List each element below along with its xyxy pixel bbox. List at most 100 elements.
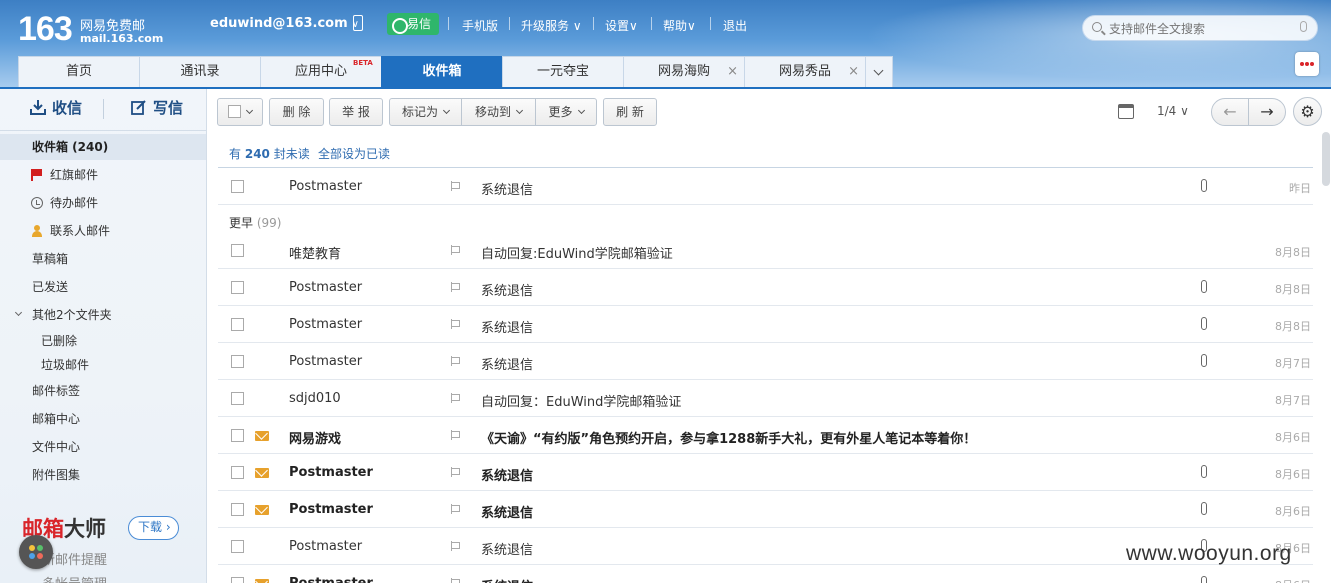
flag-icon[interactable] bbox=[451, 245, 461, 255]
sidebar-item-inbox[interactable]: 收件箱 (240) bbox=[0, 134, 206, 160]
row-checkbox[interactable] bbox=[231, 281, 244, 294]
nav-upgrade-service[interactable]: 升级服务 ∨ bbox=[521, 17, 582, 34]
flag-icon[interactable] bbox=[451, 504, 461, 514]
row-checkbox[interactable] bbox=[231, 244, 244, 257]
search-input[interactable] bbox=[1109, 20, 1289, 38]
mail-subject[interactable]: 系统退信 bbox=[481, 317, 533, 336]
sender-name[interactable]: Postmaster bbox=[289, 576, 373, 583]
report-button[interactable]: 举 报 bbox=[329, 98, 383, 126]
sidebar-item-mail-tags[interactable]: 邮件标签 bbox=[0, 378, 206, 404]
nav-mobile-version[interactable]: 手机版 bbox=[462, 17, 498, 34]
user-account-menu[interactable]: eduwind@163.com ∨ bbox=[210, 16, 359, 31]
flag-icon[interactable] bbox=[451, 282, 461, 292]
mail-subject[interactable]: 自动回复:EduWind学院邮箱验证 bbox=[481, 243, 673, 262]
nav-logout[interactable]: 退出 bbox=[723, 17, 747, 34]
flag-icon[interactable] bbox=[451, 356, 461, 366]
close-icon[interactable]: × bbox=[848, 57, 859, 87]
tabs-more-dropdown[interactable] bbox=[865, 56, 893, 88]
delete-button[interactable]: 删 除 bbox=[269, 98, 324, 126]
sender-name[interactable]: sdjd010 bbox=[289, 391, 341, 406]
flag-icon[interactable] bbox=[451, 467, 461, 477]
receive-mail-button[interactable]: 收信 bbox=[30, 97, 82, 118]
table-row[interactable]: Postmaster 系统退信 8月7日 bbox=[218, 343, 1313, 380]
row-checkbox[interactable] bbox=[231, 503, 244, 516]
tab-yiyuan[interactable]: 一元夺宝 bbox=[502, 56, 624, 88]
table-row[interactable]: Postmaster 系统退信 8月8日 bbox=[218, 306, 1313, 343]
logo-163[interactable]: 163 bbox=[18, 10, 73, 49]
mail-subject[interactable]: 系统退信 bbox=[481, 576, 533, 583]
table-row[interactable]: sdjd010 自动回复：EduWind学院邮箱验证 8月7日 bbox=[218, 380, 1313, 417]
calendar-icon[interactable] bbox=[1118, 104, 1134, 119]
flag-icon[interactable] bbox=[451, 541, 461, 551]
table-row[interactable]: 网易游戏 《天谕》“有约版”角色预约开启，参与拿1288新手大礼，更有外星人笔记本… bbox=[218, 417, 1313, 454]
select-all-dropdown[interactable] bbox=[217, 98, 263, 126]
sidebar-item-mailbox-center[interactable]: 邮箱中心 bbox=[0, 406, 206, 432]
sender-name[interactable]: 网易游戏 bbox=[289, 428, 341, 447]
tab-contacts[interactable]: 通讯录 bbox=[139, 56, 261, 88]
scrollbar[interactable] bbox=[1322, 132, 1330, 186]
more-apps-button[interactable] bbox=[1295, 52, 1319, 76]
prev-page-button[interactable]: ← bbox=[1211, 98, 1249, 126]
tab-netease-haigou[interactable]: 网易海购 × bbox=[623, 56, 745, 88]
compose-button[interactable]: 写信 bbox=[131, 97, 183, 118]
tab-home[interactable]: 首页 bbox=[18, 56, 140, 88]
flag-icon[interactable] bbox=[451, 430, 461, 440]
close-icon[interactable]: × bbox=[727, 57, 738, 87]
sidebar-item-sent[interactable]: 已发送 bbox=[0, 274, 206, 300]
row-checkbox[interactable] bbox=[231, 466, 244, 479]
nav-settings[interactable]: 设置∨ bbox=[605, 17, 638, 34]
mail-subject[interactable]: 自动回复：EduWind学院邮箱验证 bbox=[481, 391, 681, 410]
mail-subject[interactable]: 系统退信 bbox=[481, 280, 533, 299]
sender-name[interactable]: Postmaster bbox=[289, 465, 373, 480]
apps-launcher-button[interactable] bbox=[19, 535, 53, 569]
sidebar-item-drafts[interactable]: 草稿箱 bbox=[0, 246, 206, 272]
sidebar-item-deleted[interactable]: 已删除 bbox=[0, 328, 206, 354]
sidebar-item-file-center[interactable]: 文件中心 bbox=[0, 434, 206, 460]
sender-name[interactable]: Postmaster bbox=[289, 179, 362, 194]
refresh-button[interactable]: 刷 新 bbox=[603, 98, 657, 126]
sender-name[interactable]: Postmaster bbox=[289, 354, 362, 369]
sender-name[interactable]: Postmaster bbox=[289, 539, 362, 554]
sender-name[interactable]: Postmaster bbox=[289, 317, 362, 332]
mark-as-dropdown[interactable]: 标记为 bbox=[389, 98, 462, 126]
sidebar-item-flagged[interactable]: 红旗邮件 bbox=[0, 162, 206, 188]
table-row[interactable]: 唯楚教育 自动回复:EduWind学院邮箱验证 8月8日 bbox=[218, 232, 1313, 269]
chevron-down-icon[interactable] bbox=[14, 308, 23, 317]
move-to-dropdown[interactable]: 移动到 bbox=[462, 98, 536, 126]
select-all-checkbox[interactable] bbox=[228, 105, 241, 118]
sidebar-item-spam[interactable]: 垃圾邮件 bbox=[0, 352, 206, 378]
yixin-button[interactable]: 易信 bbox=[387, 13, 439, 35]
mobile-phone-icon[interactable] bbox=[353, 15, 363, 31]
microphone-icon[interactable] bbox=[1300, 21, 1307, 32]
download-button[interactable]: 下载 › bbox=[128, 516, 179, 540]
tab-inbox[interactable]: 收件箱 bbox=[381, 56, 503, 88]
sidebar-item-attachment-gallery[interactable]: 附件图集 bbox=[0, 462, 206, 488]
table-row[interactable]: Postmaster 系统退信 昨日 bbox=[218, 168, 1313, 205]
tab-app-center[interactable]: 应用中心 BETA bbox=[260, 56, 382, 88]
row-checkbox[interactable] bbox=[231, 180, 244, 193]
row-checkbox[interactable] bbox=[231, 429, 244, 442]
row-checkbox[interactable] bbox=[231, 355, 244, 368]
mark-all-read-link[interactable]: 全部设为已读 bbox=[318, 145, 390, 162]
mail-subject[interactable]: 系统退信 bbox=[481, 465, 533, 484]
table-row[interactable]: Postmaster 系统退信 8月6日 bbox=[218, 454, 1313, 491]
unread-count[interactable]: 240 bbox=[245, 147, 270, 161]
flag-icon[interactable] bbox=[451, 393, 461, 403]
row-checkbox[interactable] bbox=[231, 318, 244, 331]
row-checkbox[interactable] bbox=[231, 577, 244, 583]
table-row[interactable]: Postmaster 系统退信 8月8日 bbox=[218, 269, 1313, 306]
search-box[interactable] bbox=[1082, 15, 1318, 41]
tab-netease-xiupin[interactable]: 网易秀品 × bbox=[744, 56, 866, 88]
mail-subject[interactable]: 系统退信 bbox=[481, 539, 533, 558]
mail-subject[interactable]: 《天谕》“有约版”角色预约开启，参与拿1288新手大礼，更有外星人笔记本等着你！ bbox=[481, 428, 976, 447]
mail-subject[interactable]: 系统退信 bbox=[481, 354, 533, 373]
sidebar-item-other-folders[interactable]: 其他2个文件夹 bbox=[0, 302, 206, 328]
settings-button[interactable]: ⚙ bbox=[1293, 97, 1322, 126]
more-actions-dropdown[interactable]: 更多 bbox=[535, 98, 597, 126]
flag-icon[interactable] bbox=[451, 181, 461, 191]
sender-name[interactable]: Postmaster bbox=[289, 502, 373, 517]
next-page-button[interactable]: → bbox=[1248, 98, 1286, 126]
sidebar-item-contacts-mail[interactable]: 联系人邮件 bbox=[0, 218, 206, 244]
nav-help[interactable]: 帮助∨ bbox=[663, 17, 696, 34]
flag-icon[interactable] bbox=[451, 319, 461, 329]
